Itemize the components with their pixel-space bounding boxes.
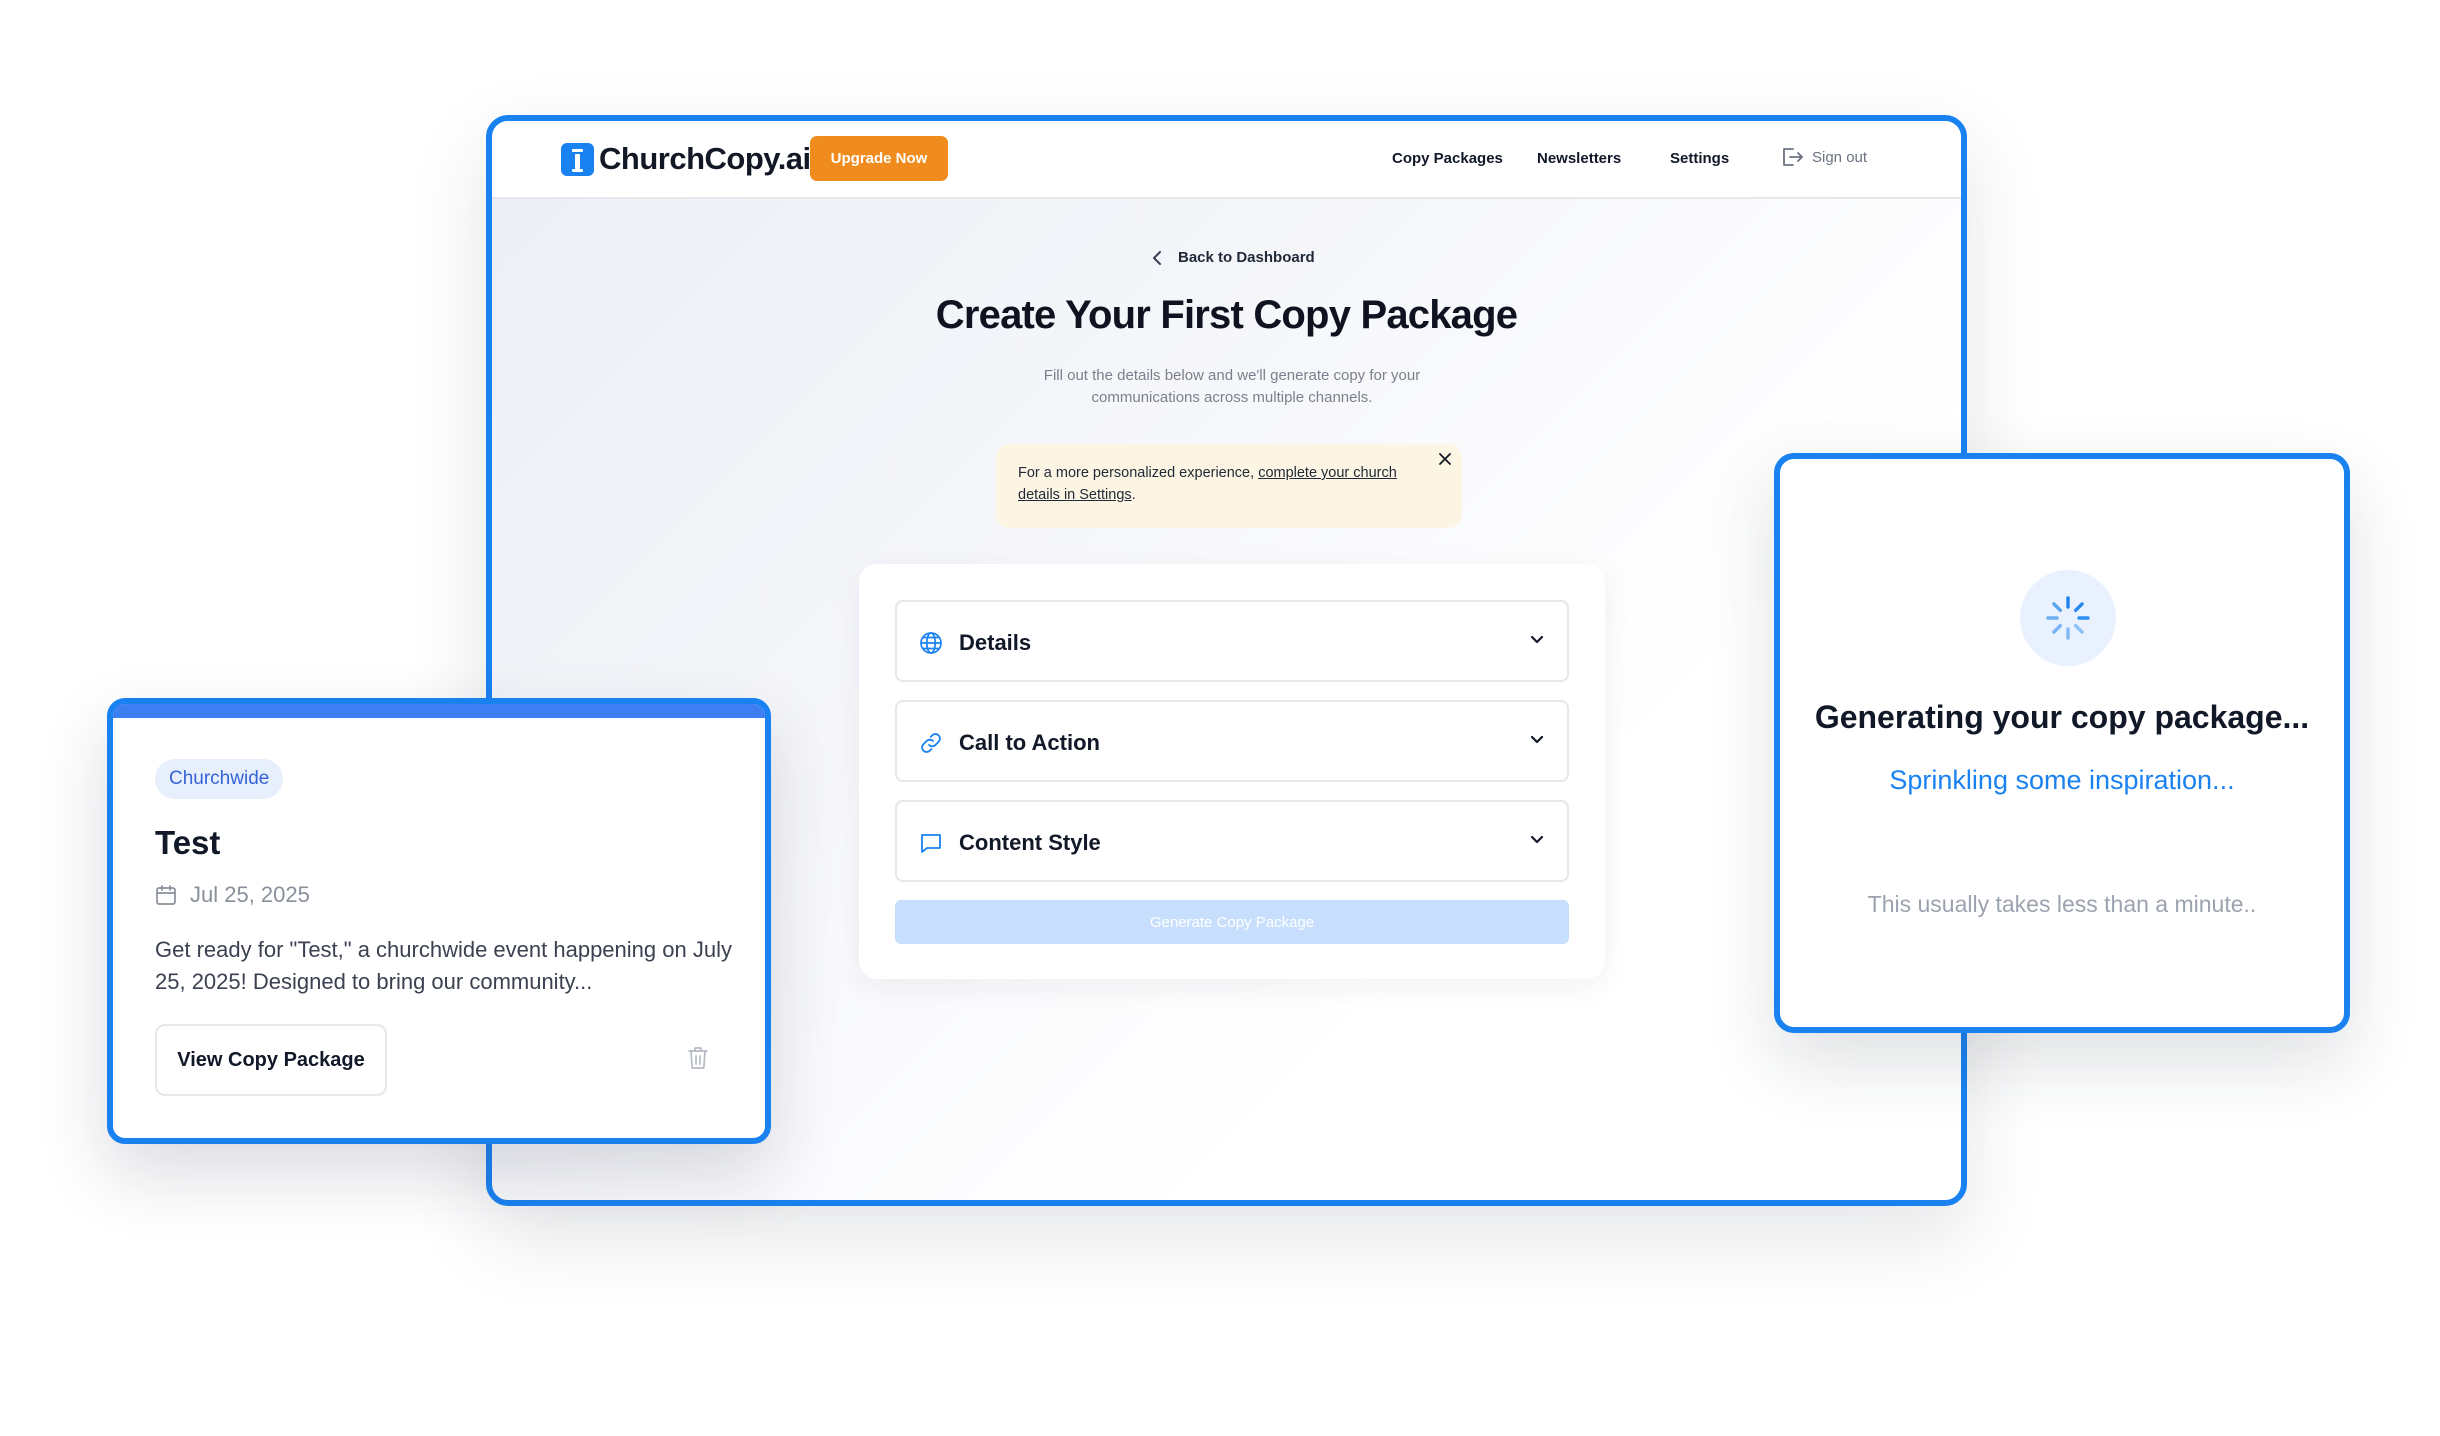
sign-out-icon bbox=[1783, 148, 1803, 166]
copy-package-form: Details Call to Action Content Style Gen… bbox=[859, 564, 1605, 979]
nav-settings[interactable]: Settings bbox=[1670, 150, 1729, 167]
chevron-down-icon bbox=[1530, 835, 1544, 844]
sign-out-button[interactable]: Sign out bbox=[1780, 146, 1867, 168]
upgrade-now-button[interactable]: Upgrade Now bbox=[810, 136, 948, 181]
close-icon[interactable] bbox=[1438, 452, 1452, 466]
section-content-style-label: Content Style bbox=[959, 830, 1101, 855]
section-cta-label: Call to Action bbox=[959, 730, 1100, 755]
loading-spinner bbox=[2020, 570, 2116, 666]
settings-notice: For a more personalized experience, comp… bbox=[996, 444, 1462, 528]
link-icon bbox=[921, 733, 941, 753]
chevron-left-icon bbox=[1153, 250, 1161, 265]
event-card: Churchwide Test Jul 25, 2025 Get ready f… bbox=[107, 698, 771, 1144]
section-call-to-action[interactable]: Call to Action bbox=[895, 700, 1569, 782]
nav-copy-packages[interactable]: Copy Packages bbox=[1392, 150, 1503, 167]
generating-status: Sprinkling some inspiration... bbox=[1889, 765, 2235, 795]
notice-suffix: . bbox=[1131, 487, 1136, 503]
logo[interactable]: ChurchCopy.ai bbox=[561, 141, 811, 177]
category-badge: Churchwide bbox=[155, 759, 284, 799]
trash-icon[interactable] bbox=[687, 1046, 709, 1070]
calendar-icon bbox=[156, 885, 176, 905]
chevron-down-icon bbox=[1530, 635, 1544, 644]
generating-title: Generating your copy package... bbox=[1814, 699, 2310, 735]
page-title: Create Your First Copy Package bbox=[935, 293, 1518, 337]
generating-note: This usually takes less than a minute.. bbox=[1867, 891, 2257, 917]
sign-out-label: Sign out bbox=[1812, 148, 1868, 166]
navbar: ChurchCopy.ai Upgrade Now Copy Packages … bbox=[492, 121, 1961, 199]
event-date: Jul 25, 2025 bbox=[155, 882, 310, 908]
globe-icon bbox=[920, 632, 942, 654]
event-title: Test bbox=[155, 824, 221, 861]
back-to-dashboard-link[interactable]: Back to Dashboard bbox=[1152, 249, 1315, 266]
page-subtitle: Fill out the details below and we'll gen… bbox=[1043, 367, 1421, 406]
generate-copy-package-button[interactable]: Generate Copy Package bbox=[895, 900, 1569, 944]
view-copy-package-button[interactable]: View Copy Package bbox=[155, 1024, 387, 1096]
spinner-icon bbox=[2046, 596, 2090, 640]
generating-card: Generating your copy package... Sprinkli… bbox=[1774, 453, 2350, 1033]
nav-newsletters[interactable]: Newsletters bbox=[1537, 150, 1621, 167]
card-accent-bar bbox=[113, 704, 765, 718]
section-details-label: Details bbox=[959, 630, 1032, 655]
logo-text: ChurchCopy.ai bbox=[599, 141, 811, 176]
event-date-text: Jul 25, 2025 bbox=[190, 882, 310, 907]
event-description: Get ready for "Test," a churchwide event… bbox=[155, 937, 732, 994]
back-label: Back to Dashboard bbox=[1178, 249, 1315, 266]
section-details[interactable]: Details bbox=[895, 600, 1569, 682]
notice-text: For a more personalized experience, bbox=[1018, 465, 1259, 481]
section-content-style[interactable]: Content Style bbox=[895, 800, 1569, 882]
chat-icon bbox=[921, 834, 941, 853]
chevron-down-icon bbox=[1530, 735, 1544, 744]
logo-icon bbox=[561, 142, 594, 176]
